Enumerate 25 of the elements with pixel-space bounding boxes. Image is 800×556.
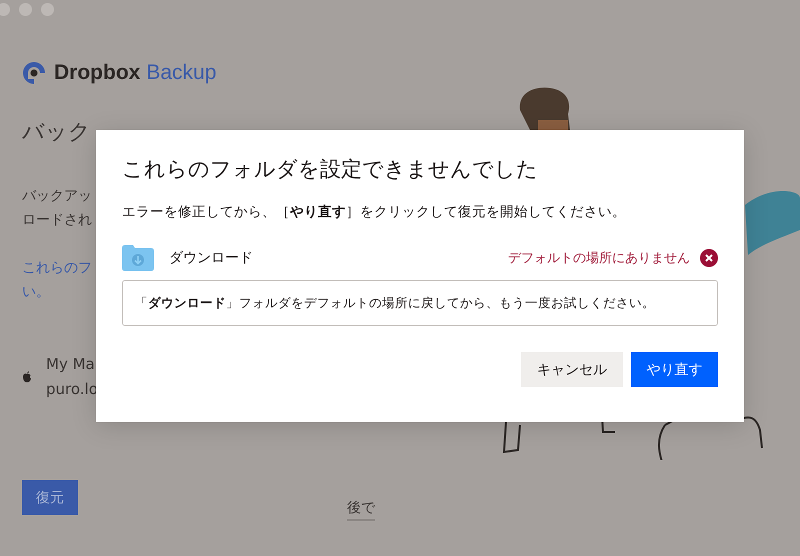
retry-button[interactable]: やり直す [631,352,718,387]
folder-name: ダウンロード [169,249,254,267]
error-icon [700,249,718,267]
description-text: バックアッ [22,187,92,206]
logo-product-name: Backup [146,61,216,85]
dialog-message: エラーを修正してから、［やり直す］をクリックして復元を開始してください。 [122,203,627,222]
window-button[interactable] [19,3,32,16]
apple-icon [22,371,32,383]
folder-link[interactable]: これらのフ [22,256,92,280]
logo-icon [22,61,46,85]
later-link[interactable]: 後で [347,499,375,521]
device-name: My Ma [46,354,95,375]
window-button[interactable] [41,3,54,16]
description-text: ロードされ [22,211,92,230]
folder-link[interactable]: い。 [22,280,50,304]
page-heading: バック [22,119,91,147]
folder-status: デフォルトの場所にありません [508,250,690,267]
cancel-button[interactable]: キャンセル [521,352,623,387]
logo-wordmark: Dropbox [54,61,140,85]
window-button[interactable] [0,3,10,16]
folder-hint-box: 「ダウンロード」フォルダをデフォルトの場所に戻してから、もう一度お試しください。 [122,280,718,326]
restore-button[interactable]: 復元 [22,480,78,515]
device-host: puro.lo [46,379,98,400]
dialog-title: これらのフォルダを設定できませんでした [122,156,539,183]
download-folder-icon [122,245,154,271]
